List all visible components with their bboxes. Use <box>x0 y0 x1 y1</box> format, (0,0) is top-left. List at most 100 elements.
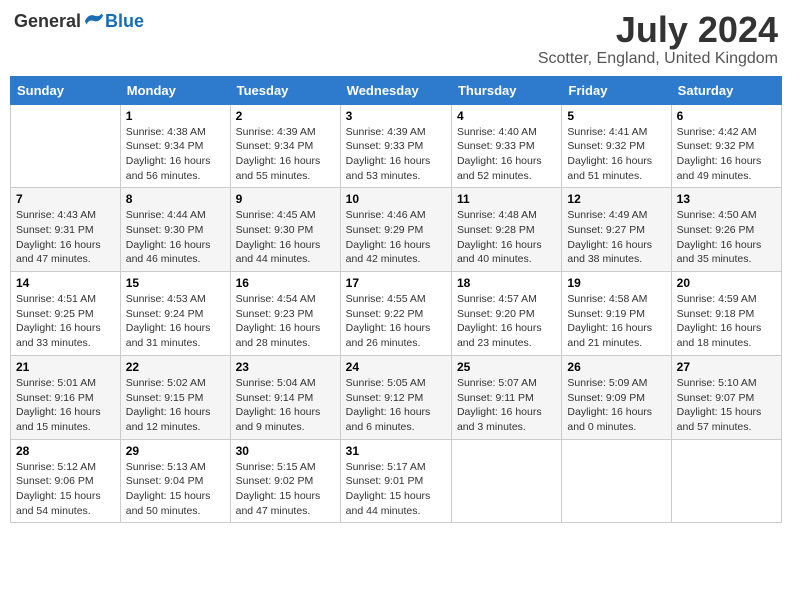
logo-blue: Blue <box>105 11 144 32</box>
day-info: Sunrise: 4:49 AMSunset: 9:27 PMDaylight:… <box>567 208 665 267</box>
day-number: 9 <box>236 192 335 206</box>
calendar-cell: 26Sunrise: 5:09 AMSunset: 9:09 PMDayligh… <box>562 355 671 439</box>
day-info: Sunrise: 5:13 AMSunset: 9:04 PMDaylight:… <box>126 460 225 519</box>
location-subtitle: Scotter, England, United Kingdom <box>538 50 778 68</box>
weekday-header-friday: Friday <box>562 76 671 104</box>
weekday-header-saturday: Saturday <box>671 76 781 104</box>
day-number: 25 <box>457 360 556 374</box>
day-number: 22 <box>126 360 225 374</box>
day-info: Sunrise: 5:15 AMSunset: 9:02 PMDaylight:… <box>236 460 335 519</box>
calendar-week-row: 7 Sunrise: 4:43 AMSunset: 9:31 PMDaylight… <box>11 188 782 272</box>
day-info: Sunrise: 4:39 AMSunset: 9:34 PMDaylight:… <box>236 125 335 184</box>
day-info: Sunrise: 4:46 AMSunset: 9:29 PMDaylight:… <box>346 208 446 267</box>
day-info: Sunrise: 5:07 AMSunset: 9:11 PMDaylight:… <box>457 376 556 435</box>
day-info: Sunrise: 4:58 AMSunset: 9:19 PMDaylight:… <box>567 292 665 351</box>
day-number: 27 <box>677 360 776 374</box>
day-number: 17 <box>346 276 446 290</box>
day-info: Sunrise: 5:04 AMSunset: 9:14 PMDaylight:… <box>236 376 335 435</box>
calendar-cell: 2 Sunrise: 4:39 AMSunset: 9:34 PMDaylight… <box>230 104 340 188</box>
page-header: General Blue July 2024 Scotter, England,… <box>10 10 782 68</box>
calendar-cell: 24 Sunrise: 5:05 AMSunset: 9:12 PMDayligh… <box>340 355 451 439</box>
day-number: 20 <box>677 276 776 290</box>
logo-icon <box>83 10 105 32</box>
day-info: Sunrise: 4:40 AMSunset: 9:33 PMDaylight:… <box>457 125 556 184</box>
calendar-cell: 9 Sunrise: 4:45 AMSunset: 9:30 PMDaylight… <box>230 188 340 272</box>
day-number: 2 <box>236 109 335 123</box>
calendar-cell: 22 Sunrise: 5:02 AMSunset: 9:15 PMDayligh… <box>120 355 230 439</box>
day-number: 3 <box>346 109 446 123</box>
day-info: Sunrise: 4:45 AMSunset: 9:30 PMDaylight:… <box>236 208 335 267</box>
day-info: Sunrise: 4:41 AMSunset: 9:32 PMDaylight:… <box>567 125 665 184</box>
calendar-cell: 11Sunrise: 4:48 AMSunset: 9:28 PMDayligh… <box>451 188 561 272</box>
day-number: 15 <box>126 276 225 290</box>
calendar-cell: 14 Sunrise: 4:51 AMSunset: 9:25 PMDayligh… <box>11 272 121 356</box>
day-info: Sunrise: 5:02 AMSunset: 9:15 PMDaylight:… <box>126 376 225 435</box>
calendar-cell: 4 Sunrise: 4:40 AMSunset: 9:33 PMDaylight… <box>451 104 561 188</box>
day-number: 5 <box>567 109 665 123</box>
calendar-cell: 29Sunrise: 5:13 AMSunset: 9:04 PMDayligh… <box>120 439 230 523</box>
day-info: Sunrise: 4:59 AMSunset: 9:18 PMDaylight:… <box>677 292 776 351</box>
calendar-week-row: 28 Sunrise: 5:12 AMSunset: 9:06 PMDayligh… <box>11 439 782 523</box>
month-year-title: July 2024 <box>538 10 778 50</box>
day-info: Sunrise: 5:10 AMSunset: 9:07 PMDaylight:… <box>677 376 776 435</box>
day-info: Sunrise: 5:05 AMSunset: 9:12 PMDaylight:… <box>346 376 446 435</box>
calendar-cell: 7 Sunrise: 4:43 AMSunset: 9:31 PMDaylight… <box>11 188 121 272</box>
day-info: Sunrise: 4:50 AMSunset: 9:26 PMDaylight:… <box>677 208 776 267</box>
calendar-cell: 13 Sunrise: 4:50 AMSunset: 9:26 PMDayligh… <box>671 188 781 272</box>
calendar-cell: 18Sunrise: 4:57 AMSunset: 9:20 PMDayligh… <box>451 272 561 356</box>
calendar-cell: 31Sunrise: 5:17 AMSunset: 9:01 PMDayligh… <box>340 439 451 523</box>
day-number: 21 <box>16 360 115 374</box>
calendar-table: SundayMondayTuesdayWednesdayThursdayFrid… <box>10 76 782 524</box>
day-number: 8 <box>126 192 225 206</box>
calendar-cell: 27 Sunrise: 5:10 AMSunset: 9:07 PMDayligh… <box>671 355 781 439</box>
day-info: Sunrise: 4:53 AMSunset: 9:24 PMDaylight:… <box>126 292 225 351</box>
calendar-cell: 23 Sunrise: 5:04 AMSunset: 9:14 PMDayligh… <box>230 355 340 439</box>
day-number: 24 <box>346 360 446 374</box>
day-number: 30 <box>236 444 335 458</box>
calendar-cell: 21Sunrise: 5:01 AMSunset: 9:16 PMDayligh… <box>11 355 121 439</box>
logo: General Blue <box>14 10 144 32</box>
day-info: Sunrise: 4:43 AMSunset: 9:31 PMDaylight:… <box>16 208 115 267</box>
day-number: 23 <box>236 360 335 374</box>
weekday-header-row: SundayMondayTuesdayWednesdayThursdayFrid… <box>11 76 782 104</box>
day-number: 14 <box>16 276 115 290</box>
calendar-cell <box>671 439 781 523</box>
day-number: 16 <box>236 276 335 290</box>
day-info: Sunrise: 4:51 AMSunset: 9:25 PMDaylight:… <box>16 292 115 351</box>
calendar-cell: 1Sunrise: 4:38 AMSunset: 9:34 PMDaylight… <box>120 104 230 188</box>
day-info: Sunrise: 4:54 AMSunset: 9:23 PMDaylight:… <box>236 292 335 351</box>
day-number: 4 <box>457 109 556 123</box>
calendar-cell: 10 Sunrise: 4:46 AMSunset: 9:29 PMDayligh… <box>340 188 451 272</box>
day-info: Sunrise: 4:55 AMSunset: 9:22 PMDaylight:… <box>346 292 446 351</box>
day-info: Sunrise: 5:12 AMSunset: 9:06 PMDaylight:… <box>16 460 115 519</box>
calendar-cell: 15 Sunrise: 4:53 AMSunset: 9:24 PMDayligh… <box>120 272 230 356</box>
day-info: Sunrise: 5:09 AMSunset: 9:09 PMDaylight:… <box>567 376 665 435</box>
calendar-cell <box>562 439 671 523</box>
weekday-header-sunday: Sunday <box>11 76 121 104</box>
day-number: 13 <box>677 192 776 206</box>
day-number: 28 <box>16 444 115 458</box>
day-number: 7 <box>16 192 115 206</box>
calendar-cell: 28 Sunrise: 5:12 AMSunset: 9:06 PMDayligh… <box>11 439 121 523</box>
logo-general: General <box>14 11 81 32</box>
calendar-cell: 12Sunrise: 4:49 AMSunset: 9:27 PMDayligh… <box>562 188 671 272</box>
weekday-header-monday: Monday <box>120 76 230 104</box>
calendar-cell: 25 Sunrise: 5:07 AMSunset: 9:11 PMDayligh… <box>451 355 561 439</box>
calendar-cell: 19 Sunrise: 4:58 AMSunset: 9:19 PMDayligh… <box>562 272 671 356</box>
day-number: 10 <box>346 192 446 206</box>
day-number: 1 <box>126 109 225 123</box>
weekday-header-wednesday: Wednesday <box>340 76 451 104</box>
day-number: 19 <box>567 276 665 290</box>
weekday-header-tuesday: Tuesday <box>230 76 340 104</box>
day-info: Sunrise: 4:48 AMSunset: 9:28 PMDaylight:… <box>457 208 556 267</box>
day-info: Sunrise: 5:17 AMSunset: 9:01 PMDaylight:… <box>346 460 446 519</box>
day-info: Sunrise: 4:39 AMSunset: 9:33 PMDaylight:… <box>346 125 446 184</box>
calendar-week-row: 14 Sunrise: 4:51 AMSunset: 9:25 PMDayligh… <box>11 272 782 356</box>
calendar-cell: 6Sunrise: 4:42 AMSunset: 9:32 PMDaylight… <box>671 104 781 188</box>
calendar-cell: 16 Sunrise: 4:54 AMSunset: 9:23 PMDayligh… <box>230 272 340 356</box>
calendar-week-row: 21Sunrise: 5:01 AMSunset: 9:16 PMDayligh… <box>11 355 782 439</box>
day-info: Sunrise: 4:44 AMSunset: 9:30 PMDaylight:… <box>126 208 225 267</box>
calendar-cell: 5 Sunrise: 4:41 AMSunset: 9:32 PMDaylight… <box>562 104 671 188</box>
calendar-cell <box>11 104 121 188</box>
weekday-header-thursday: Thursday <box>451 76 561 104</box>
